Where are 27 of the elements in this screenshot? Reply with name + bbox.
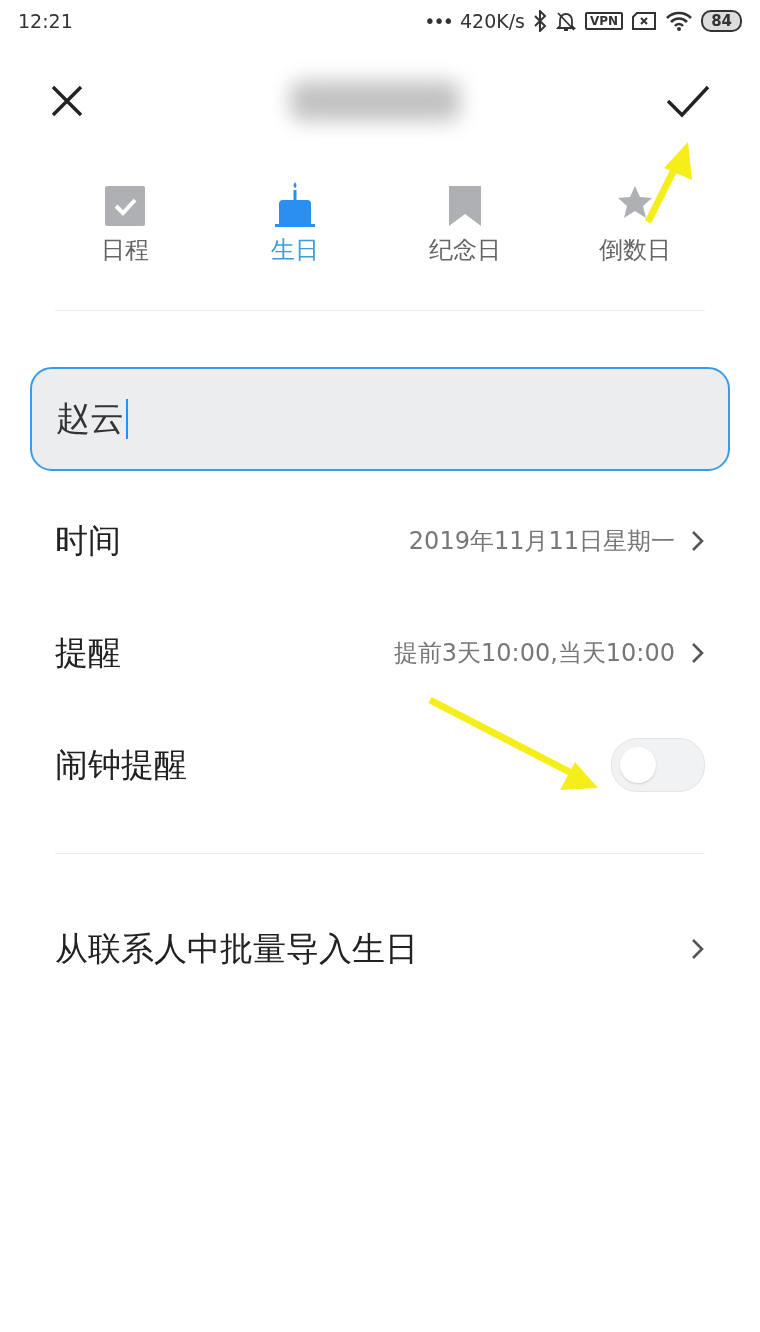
event-type-tab[interactable]: 倒数日 <box>575 180 695 280</box>
row-label: 闹钟提醒 <box>55 743 188 786</box>
row-value-button[interactable]: 2019年11月11日星期一 <box>408 525 675 557</box>
row-label: 提醒 <box>55 631 122 674</box>
battery-indicator: 84 <box>701 10 742 32</box>
muted-bell-icon <box>555 10 577 32</box>
clock-time: 12:21 <box>18 10 73 32</box>
network-speed: 420K/s <box>459 10 525 32</box>
vpn-badge: VPN <box>585 12 624 30</box>
event-type-tab[interactable]: 生日 <box>235 180 355 280</box>
event-type-tab[interactable]: 日程 <box>65 180 185 280</box>
cake-icon <box>273 180 317 228</box>
alarm-toggle[interactable] <box>611 738 705 792</box>
signal-dots: ••• <box>424 10 452 32</box>
no-sim-icon <box>631 11 658 31</box>
chevron-icon <box>691 938 705 960</box>
wifi-icon <box>665 10 694 32</box>
chevron-icon <box>691 642 705 664</box>
confirm-button[interactable] <box>666 84 710 118</box>
chevron-icon <box>691 530 705 552</box>
bluetooth-icon <box>533 10 547 32</box>
close-button[interactable] <box>50 84 84 118</box>
row-label: 时间 <box>55 519 122 562</box>
import-contacts-link[interactable]: 从联系人中批量导入生日 <box>55 926 681 972</box>
event-type-tab[interactable]: 纪念日 <box>405 180 525 280</box>
name-input-field[interactable]: 赵云 <box>30 367 730 471</box>
row-value-button[interactable]: 提前3天10:00,当天10:00 <box>393 637 675 669</box>
